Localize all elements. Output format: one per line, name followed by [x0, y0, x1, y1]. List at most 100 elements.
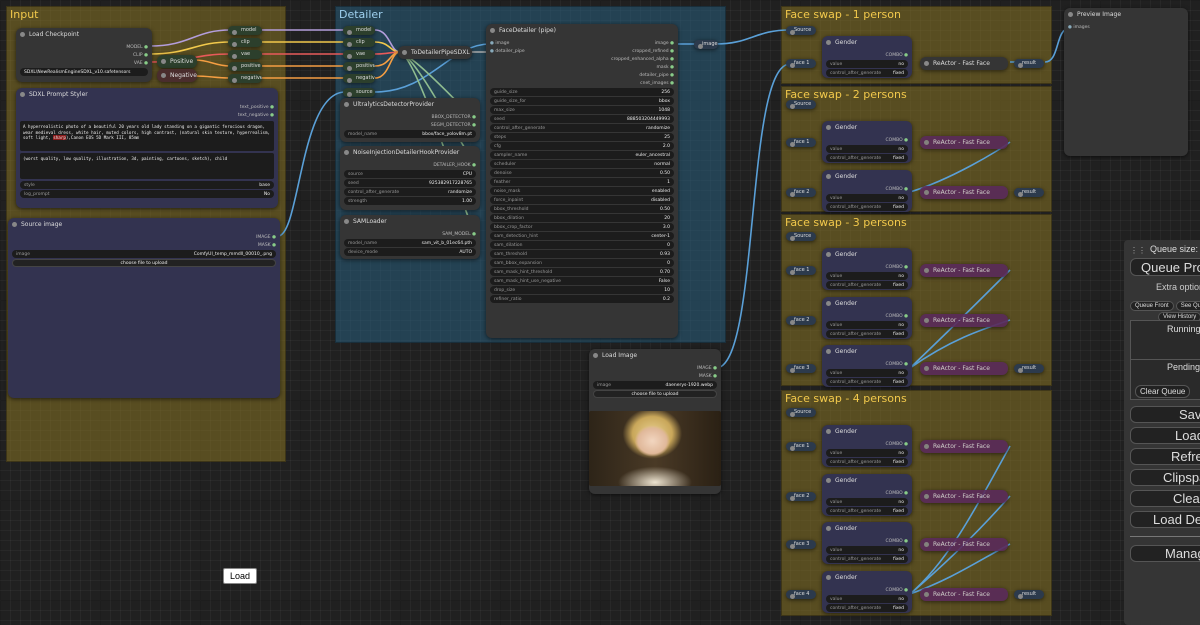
reroute-model[interactable]: model — [228, 26, 262, 35]
value-widget[interactable]: value no — [826, 321, 908, 329]
control-after-generate-widget[interactable]: control_after_generate fixed — [826, 458, 908, 466]
fs4-source[interactable]: Source — [786, 408, 816, 417]
node-negative[interactable]: Negative — [157, 69, 197, 82]
output-combo[interactable]: COMBO — [886, 442, 908, 447]
strength-widget[interactable]: strength 1.00 — [344, 197, 476, 205]
fs2-gender-2[interactable]: Gender COMBO value no control_after_generate… — [822, 170, 912, 212]
output-combo[interactable]: COMBO — [886, 362, 908, 367]
value-widget[interactable]: value no — [826, 546, 908, 554]
fs3-source[interactable]: Source — [786, 232, 816, 241]
output-vae[interactable]: VAE — [134, 61, 148, 66]
fs1-face1[interactable]: face 1 — [786, 59, 816, 68]
fd-widget-bbox-crop-factor[interactable]: bbox_crop_factor 3.0 — [490, 223, 674, 231]
output-combo[interactable]: COMBO — [886, 138, 908, 143]
input-images[interactable]: images — [1068, 25, 1089, 30]
fs2-gender-1[interactable]: Gender COMBO value no control_after_generate… — [822, 121, 912, 163]
output-combo[interactable]: COMBO — [886, 53, 908, 58]
fd-widget-sampler-name[interactable]: sampler_name euler_ancestral — [490, 151, 674, 159]
save-button[interactable]: Save — [1130, 406, 1200, 423]
input-detailer-pipe[interactable]: detailer_pipe — [490, 49, 524, 54]
fd-widget-bbox-dilation[interactable]: bbox_dilation 20 — [490, 214, 674, 222]
output-bbox-detector[interactable]: BBOX_DETECTOR — [431, 115, 476, 120]
fd-widget-drop-size[interactable]: drop_size 10 — [490, 286, 674, 294]
output-clip[interactable]: CLIP — [133, 53, 148, 58]
style-widget[interactable]: style base — [20, 181, 274, 189]
output-image[interactable]: image — [655, 41, 674, 46]
value-widget[interactable]: value no — [826, 145, 908, 153]
reroute-negative[interactable]: negative — [228, 74, 262, 83]
fs3-gender-1[interactable]: Gender COMBO value no control_after_generate… — [822, 248, 912, 290]
fd-widget-guide-size-for[interactable]: guide_size_for bbox — [490, 97, 674, 105]
output-combo[interactable]: COMBO — [886, 265, 908, 270]
fs3-gender-2[interactable]: Gender COMBO value no control_after_generate… — [822, 297, 912, 339]
fs4-gender-3[interactable]: Gender COMBO value no control_after_generate… — [822, 522, 912, 564]
load-workflow-button[interactable]: Load — [1130, 427, 1200, 444]
value-widget[interactable]: value no — [826, 60, 908, 68]
log-prompt-widget[interactable]: log_prompt No — [20, 190, 274, 198]
fd-widget-guide-size[interactable]: guide_size 256 — [490, 88, 674, 96]
reroute-det-clip[interactable]: clip — [343, 38, 375, 47]
fs3-reactor-2[interactable]: ReActor - Fast Face — [920, 314, 1008, 327]
fs2-reactor-2[interactable]: ReActor - Fast Face — [920, 186, 1008, 199]
control-after-generate-widget[interactable]: control_after_generate fixed — [826, 507, 908, 515]
clear-button[interactable]: Clear — [1130, 490, 1200, 507]
fs2-reactor-1[interactable]: ReActor - Fast Face — [920, 136, 1008, 149]
node-load-checkpoint[interactable]: Load Checkpoint MODEL CLIP VAE SDXL\NewR… — [16, 28, 152, 82]
output-mask[interactable]: mask — [657, 65, 674, 70]
refresh-button[interactable]: Refresh — [1130, 448, 1200, 465]
fs4-gender-4[interactable]: Gender COMBO value no control_after_generate… — [822, 571, 912, 613]
queue-prompt-button[interactable]: Queue Prompt — [1130, 258, 1200, 276]
reroute-positive[interactable]: positive — [228, 62, 262, 71]
control-after-generate-widget[interactable]: control_after_generate fixed — [826, 203, 908, 211]
positive-prompt-textarea[interactable]: A hyperrealistic photo of a beautiful 20… — [20, 121, 274, 151]
output-detailer-pipe[interactable]: detailer_pipe — [639, 73, 674, 78]
fd-widget-cfg[interactable]: cfg 2.0 — [490, 142, 674, 150]
output-cnet-images[interactable]: cnet_images — [640, 81, 674, 86]
fs2-face1[interactable]: face 1 — [786, 138, 816, 147]
fd-widget-sam-threshold[interactable]: sam_threshold 0.93 — [490, 250, 674, 258]
fs4-face3[interactable]: face 3 — [786, 540, 816, 549]
reroute-clip[interactable]: clip — [228, 38, 262, 47]
control-after-generate-widget[interactable]: control_after_generate fixed — [826, 69, 908, 77]
node-face-detailer[interactable]: FaceDetailer (pipe) image image detailer_… — [486, 24, 678, 338]
seed-widget[interactable]: seed 925382917228765 — [344, 179, 476, 187]
output-combo[interactable]: COMBO — [886, 187, 908, 192]
control-after-generate-widget[interactable]: control_after_generate fixed — [826, 330, 908, 338]
output-mask[interactable]: MASK — [699, 374, 717, 379]
fs1-source[interactable]: Source — [786, 26, 816, 35]
negative-prompt-textarea[interactable]: (worst quality, low quality, illustratio… — [20, 153, 274, 179]
reroute-det-source[interactable]: source — [343, 88, 375, 97]
control-after-generate-widget[interactable]: control_after_generate randomize — [344, 188, 476, 196]
clear-queue-button[interactable]: Clear Queue — [1135, 385, 1191, 398]
reroute-det-vae[interactable]: vae — [343, 50, 375, 59]
graph-canvas[interactable]: Input Detailer Face swap - 1 person Face… — [0, 0, 1200, 625]
value-widget[interactable]: value no — [826, 595, 908, 603]
fs1-reactor[interactable]: ReActor - Fast Face — [920, 57, 1008, 70]
fd-widget-steps[interactable]: steps 25 — [490, 133, 674, 141]
manager-button[interactable]: Manager — [1130, 545, 1200, 562]
fs3-face3[interactable]: face 3 — [786, 364, 816, 373]
node-positive[interactable]: Positive — [157, 55, 197, 68]
fs4-face1[interactable]: face 1 — [786, 442, 816, 451]
fs4-face2[interactable]: face 2 — [786, 492, 816, 501]
value-widget[interactable]: value no — [826, 194, 908, 202]
fs3-gender-3[interactable]: Gender COMBO value no control_after_generate… — [822, 345, 912, 387]
clipspace-button[interactable]: Clipspace — [1130, 469, 1200, 486]
fd-widget-refiner-ratio[interactable]: refiner_ratio 0.2 — [490, 295, 674, 303]
fd-widget-control-after-generate[interactable]: control_after_generate randomize — [490, 124, 674, 132]
node-samloader[interactable]: SAMLoader SAM_MODEL model_name sam_vit_b_… — [340, 215, 480, 259]
fs2-source[interactable]: Source — [786, 100, 816, 109]
fs1-result[interactable]: result — [1014, 59, 1044, 68]
fd-widget-seed[interactable]: seed 888503204449993 — [490, 115, 674, 123]
output-combo[interactable]: COMBO — [886, 539, 908, 544]
fs1-gender[interactable]: Gender COMBO value no control_after_gener… — [822, 36, 912, 78]
model-name-widget[interactable]: model_name bbox/face_yolov8m.pt — [344, 130, 476, 138]
load-button[interactable]: Load — [223, 568, 257, 584]
node-preview-image[interactable]: Preview Image images — [1064, 8, 1188, 156]
node-sdxl-prompt-styler[interactable]: SDXL Prompt Styler text_positive text_ne… — [16, 88, 278, 208]
control-after-generate-widget[interactable]: control_after_generate fixed — [826, 378, 908, 386]
fs3-reactor-1[interactable]: ReActor - Fast Face — [920, 264, 1008, 277]
fd-widget-sam-mask-hint-use-negative[interactable]: sam_mask_hint_use_negative False — [490, 277, 674, 285]
node-source-image[interactable]: Source image IMAGE MASK image ComfyUI_tem… — [8, 218, 280, 398]
output-text-negative[interactable]: text_negative — [238, 113, 274, 118]
